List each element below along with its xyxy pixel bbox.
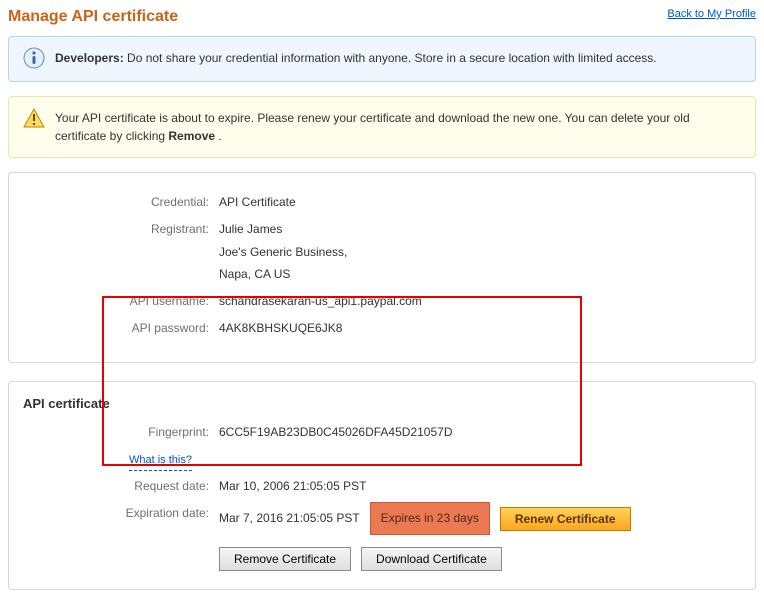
- download-certificate-button[interactable]: Download Certificate: [361, 547, 502, 571]
- credential-panel: Credential: API Certificate Registrant: …: [8, 172, 756, 363]
- top-row: Manage API certificate Back to My Profil…: [8, 8, 756, 26]
- warn-alert-a: Your API certificate is about to expire.…: [55, 111, 690, 143]
- fingerprint-label: Fingerprint:: [19, 421, 219, 444]
- info-alert-body: Do not share your credential information…: [124, 51, 657, 65]
- registrant-row: Registrant: Julie James Joe's Generic Bu…: [19, 218, 745, 286]
- api-username-value: schandrasekaran-us_api1.paypal.com: [219, 290, 745, 313]
- info-alert-text: Developers: Do not share your credential…: [55, 49, 657, 67]
- page-container: Manage API certificate Back to My Profil…: [8, 8, 756, 590]
- renew-certificate-button[interactable]: Renew Certificate: [500, 507, 631, 531]
- api-password-row: API password: 4AK8KBHSKUQE6JK8: [19, 317, 745, 340]
- credential-label: Credential:: [19, 191, 219, 214]
- expiration-value: Mar 7, 2016 21:05:05 PST: [219, 507, 360, 530]
- request-date-value: Mar 10, 2006 21:05:05 PST: [219, 475, 745, 498]
- back-to-profile-link[interactable]: Back to My Profile: [667, 8, 756, 20]
- button-row: Remove Certificate Download Certificate: [219, 547, 745, 571]
- certificate-panel: API certificate Fingerprint: 6CC5F19AB23…: [8, 381, 756, 590]
- registrant-label: Registrant:: [19, 218, 219, 286]
- warn-alert-text: Your API certificate is about to expire.…: [55, 109, 741, 145]
- warn-alert-b: .: [215, 129, 222, 143]
- api-password-label: API password:: [19, 317, 219, 340]
- registrant-biz: Joe's Generic Business,: [219, 241, 745, 264]
- what-is-this-link[interactable]: What is this?: [129, 450, 192, 472]
- certificate-panel-heading: API certificate: [19, 396, 745, 411]
- warning-icon: [23, 107, 45, 129]
- registrant-value: Julie James Joe's Generic Business, Napa…: [219, 218, 745, 286]
- what-is-this-row: What is this?: [19, 448, 745, 472]
- credential-value: API Certificate: [219, 191, 745, 214]
- api-username-label: API username:: [19, 290, 219, 313]
- registrant-name: Julie James: [219, 218, 745, 241]
- info-alert-prefix: Developers:: [55, 51, 124, 65]
- warn-alert: Your API certificate is about to expire.…: [8, 96, 756, 158]
- registrant-loc: Napa, CA US: [219, 263, 745, 286]
- request-date-row: Request date: Mar 10, 2006 21:05:05 PST: [19, 475, 745, 498]
- info-alert: Developers: Do not share your credential…: [8, 36, 756, 82]
- info-icon: [23, 47, 45, 69]
- request-date-label: Request date:: [19, 475, 219, 498]
- page-title: Manage API certificate: [8, 8, 178, 26]
- api-password-value: 4AK8KBHSKUQE6JK8: [219, 317, 745, 340]
- credential-row: Credential: API Certificate: [19, 191, 745, 214]
- remove-certificate-button[interactable]: Remove Certificate: [219, 547, 351, 571]
- expiration-row: Expiration date: Mar 7, 2016 21:05:05 PS…: [19, 502, 745, 535]
- fingerprint-value: 6CC5F19AB23DB0C45026DFA45D21057D: [219, 421, 745, 444]
- expires-in-badge: Expires in 23 days: [370, 502, 490, 535]
- expiration-label: Expiration date:: [19, 502, 219, 535]
- fingerprint-row: Fingerprint: 6CC5F19AB23DB0C45026DFA45D2…: [19, 421, 745, 444]
- api-username-row: API username: schandrasekaran-us_api1.pa…: [19, 290, 745, 313]
- warn-alert-bold: Remove: [168, 129, 215, 143]
